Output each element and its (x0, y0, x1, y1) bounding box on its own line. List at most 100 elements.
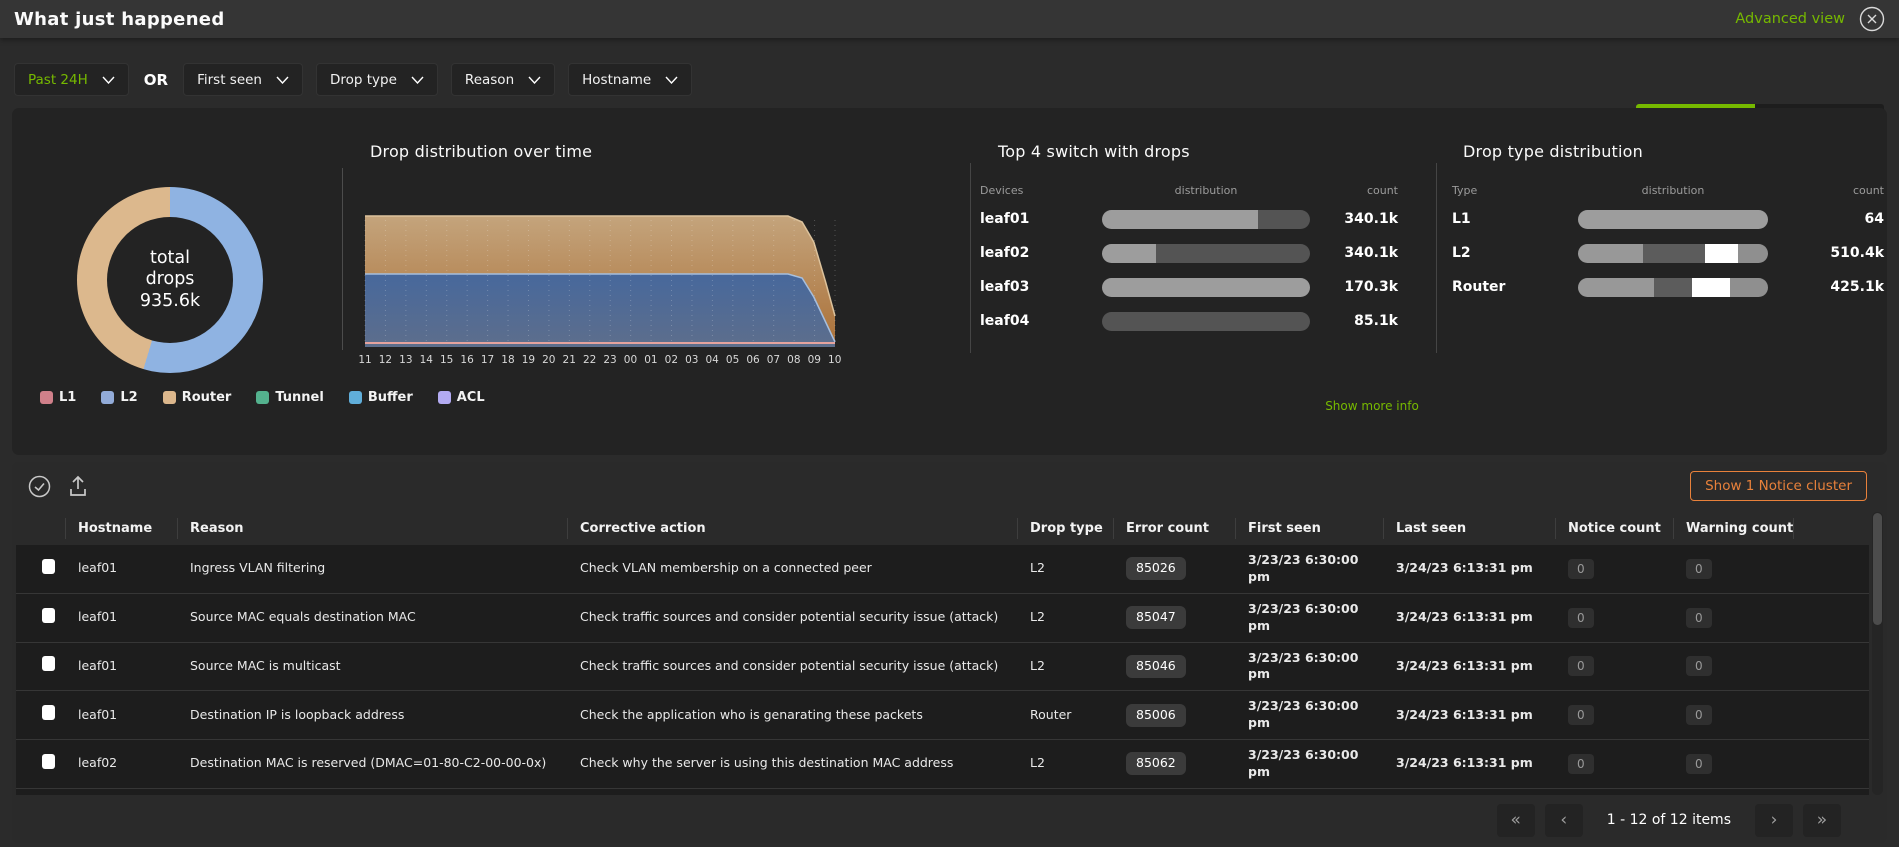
filter-bar: Past 24H OR First seen Drop type Reason … (0, 38, 1899, 104)
x-axis-tick-label: 06 (743, 354, 763, 366)
x-axis-tick-label: 04 (702, 354, 722, 366)
events-table-panel: Show 1 Notice cluster HostnameReasonCorr… (12, 462, 1887, 843)
scrollbar-thumb[interactable] (1873, 513, 1882, 625)
column-header[interactable]: Notice count (1556, 518, 1674, 539)
select-all-icon[interactable] (28, 475, 51, 498)
top-switch-count: 85.1k (1310, 313, 1398, 329)
time-chart-title: Drop distribution over time (370, 142, 592, 161)
table-row: leaf02Source IP is in class ECheck the a… (16, 789, 1869, 795)
hostname-dropdown[interactable]: Hostname (568, 63, 692, 96)
drop-type-distribution-bar (1578, 244, 1768, 263)
x-axis-tick-label: 20 (539, 354, 559, 366)
cell-drop-type: Router (1018, 700, 1114, 731)
legend-item: L1 (40, 390, 76, 405)
donut-legend: L1L2RouterTunnelBufferACL (40, 390, 485, 405)
cell-corrective-action: Check traffic sources and consider poten… (568, 651, 1018, 682)
cell-hostname: leaf01 (66, 700, 178, 731)
cell-first-seen: 3/23/23 6:30:00 pm (1236, 789, 1384, 795)
cell-last-seen: 3/24/23 6:13:31 pm (1384, 602, 1556, 633)
cell-corrective-action: Check why the server is using this desti… (568, 748, 1018, 779)
donut-center-line2: drops (146, 269, 195, 290)
show-more-info-link[interactable]: Show more info (1282, 399, 1462, 413)
x-axis-tick-label: 12 (375, 354, 395, 366)
column-header[interactable]: Warning count (1674, 518, 1794, 539)
close-icon[interactable] (1859, 6, 1885, 32)
drop-type-row: Router425.1k (1452, 270, 1884, 304)
chevron-down-icon (276, 76, 289, 84)
top-switch-row: leaf03170.3k (980, 270, 1398, 304)
error-count-badge: 85026 (1126, 557, 1186, 580)
x-axis-tick-label: 01 (641, 354, 661, 366)
page-header: What just happened Advanced view (0, 0, 1899, 38)
time-range-dropdown[interactable]: Past 24H (14, 63, 129, 96)
column-header[interactable]: First seen (1236, 518, 1384, 539)
cell-corrective-action: Check VLAN membership on a connected pee… (568, 553, 1018, 584)
legend-item: Router (163, 390, 232, 405)
legend-item: Tunnel (256, 390, 323, 405)
row-checkbox[interactable] (42, 608, 55, 623)
notice-count-badge: 0 (1568, 559, 1594, 579)
drop-type-dropdown[interactable]: Drop type (316, 63, 438, 96)
drop-type-dist-table: TypedistributioncountL164L2510.4kRouter4… (1452, 178, 1884, 304)
drop-type-count: 64 (1768, 211, 1884, 227)
drop-type-count: 510.4k (1768, 245, 1884, 261)
cell-hostname: leaf01 (66, 553, 178, 584)
donut-center-value: 935.6k (140, 291, 200, 312)
overview-panel: total drops 935.6k L1L2RouterTunnelBuffe… (12, 108, 1887, 455)
drop-type-dist-title: Drop type distribution (1463, 142, 1643, 161)
x-axis-tick-label: 02 (661, 354, 681, 366)
first-seen-dropdown[interactable]: First seen (183, 63, 303, 96)
drop-type-label: L2 (1452, 245, 1578, 261)
cell-last-seen: 3/24/23 6:13:31 pm (1384, 700, 1556, 731)
column-header[interactable]: Corrective action (568, 518, 1018, 539)
notice-count-badge: 0 (1568, 656, 1594, 676)
top-switch-row: leaf02340.1k (980, 236, 1398, 270)
section-divider (1436, 163, 1437, 353)
top-switch-distribution-bar (1102, 312, 1310, 331)
notice-count-badge: 0 (1568, 705, 1594, 725)
x-axis-tick-label: 19 (518, 354, 538, 366)
x-axis-tick-label: 18 (498, 354, 518, 366)
table-row: leaf01Destination IP is loopback address… (16, 691, 1869, 740)
page-title: What just happened (14, 9, 225, 30)
chevron-down-icon (665, 76, 678, 84)
cell-drop-type: L2 (1018, 748, 1114, 779)
drop-type-distribution-bar (1578, 278, 1768, 297)
cell-last-seen: 3/24/23 6:13:31 pm (1384, 553, 1556, 584)
legend-swatch-icon (163, 391, 176, 404)
cell-hostname: leaf02 (66, 748, 178, 779)
drop-type-label: L1 (1452, 211, 1578, 227)
reason-dropdown[interactable]: Reason (451, 63, 555, 96)
notice-count-badge: 0 (1568, 754, 1594, 774)
prev-page-button[interactable]: ‹ (1545, 804, 1583, 837)
row-checkbox[interactable] (42, 754, 55, 769)
warning-count-badge: 0 (1686, 559, 1712, 579)
cell-reason: Source MAC is multicast (178, 651, 568, 682)
x-axis-tick-label: 00 (620, 354, 640, 366)
next-page-button[interactable]: › (1755, 804, 1793, 837)
top-switch-count: 340.1k (1310, 245, 1398, 261)
cell-first-seen: 3/23/23 6:30:00 pm (1236, 545, 1384, 593)
column-header[interactable]: Error count (1114, 518, 1236, 539)
column-header[interactable]: Drop type (1018, 518, 1114, 539)
column-header[interactable]: Reason (178, 518, 568, 539)
x-axis-tick-label: 21 (559, 354, 579, 366)
row-checkbox[interactable] (42, 656, 55, 671)
column-header[interactable]: Last seen (1384, 518, 1556, 539)
show-notice-cluster-button[interactable]: Show 1 Notice cluster (1690, 471, 1867, 501)
x-axis-tick-label: 07 (763, 354, 783, 366)
cell-reason: Ingress VLAN filtering (178, 553, 568, 584)
export-icon[interactable] (67, 474, 89, 498)
row-checkbox[interactable] (42, 705, 55, 720)
x-axis-tick-label: 16 (457, 354, 477, 366)
advanced-view-link[interactable]: Advanced view (1735, 11, 1845, 27)
chevron-down-icon (528, 76, 541, 84)
last-page-button[interactable]: » (1803, 804, 1841, 837)
column-header[interactable]: Hostname (66, 518, 178, 539)
top-switch-distribution-bar (1102, 278, 1310, 297)
drop-type-label: Router (1452, 279, 1578, 295)
row-checkbox[interactable] (42, 559, 55, 574)
header-checkbox-col (16, 518, 66, 539)
drop-type-distribution-bar (1578, 210, 1768, 229)
first-page-button[interactable]: « (1497, 804, 1535, 837)
